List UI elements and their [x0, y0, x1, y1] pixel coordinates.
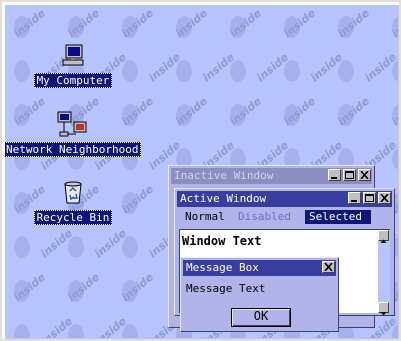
minimize-button[interactable] — [328, 169, 341, 181]
wallpaper-logo: inside — [389, 94, 399, 129]
menu-item-disabled: Disabled — [238, 210, 291, 223]
close-button[interactable] — [378, 192, 391, 204]
close-icon — [360, 171, 369, 179]
desktop-icon-network-neighborhood[interactable]: Network Neighborhood — [5, 110, 142, 157]
window-text: Window Text — [182, 234, 262, 248]
menu-item-selected[interactable]: Selected — [305, 210, 371, 224]
wallpaper-logo: inside — [335, 6, 373, 41]
wallpaper-logo: inside — [92, 226, 130, 261]
wallpaper-logo: inside — [362, 50, 399, 85]
wallpaper-logo: inside — [119, 6, 157, 41]
inactive-window-titlebar[interactable]: Inactive Window — [171, 168, 372, 184]
wallpaper-logo: inside — [173, 6, 211, 41]
desktop-icon-label: Network Neighborhood — [5, 142, 142, 157]
minimize-button[interactable] — [348, 192, 361, 204]
wallpaper-logo: inside — [281, 94, 319, 129]
wallpaper-logo: inside — [65, 270, 103, 305]
wallpaper-logo: inside — [200, 50, 238, 85]
scroll-up-button[interactable] — [378, 230, 389, 243]
close-button[interactable] — [358, 169, 371, 181]
close-icon — [380, 194, 389, 202]
wallpaper-logo: inside — [173, 94, 211, 129]
vertical-scrollbar[interactable] — [378, 230, 390, 316]
message-text: Message Text — [186, 282, 266, 295]
desktop-icon-label: My Computer — [33, 73, 113, 88]
maximize-icon — [345, 171, 354, 179]
menu-bar: Normal Disabled Selected — [177, 210, 392, 225]
ok-button[interactable]: OK — [231, 308, 291, 327]
wallpaper-logo: inside — [38, 226, 76, 261]
wallpaper-logo: inside — [227, 6, 265, 41]
message-box-titlebar[interactable]: Message Box — [183, 260, 336, 276]
scroll-down-button[interactable] — [378, 302, 389, 316]
wallpaper-logo: inside — [11, 6, 49, 41]
minimize-icon — [331, 177, 337, 179]
wallpaper-logo: inside — [308, 50, 346, 85]
computer-icon — [62, 44, 84, 66]
wallpaper-logo: inside — [119, 270, 157, 305]
wallpaper-logo: inside — [119, 182, 157, 217]
wallpaper-logo: inside — [146, 50, 184, 85]
desktop-icon-my-computer[interactable]: My Computer — [33, 43, 113, 88]
preview-frame: inside inside inside inside inside inside insi… — [0, 0, 401, 341]
close-icon — [324, 263, 333, 271]
desktop-icon-label: Recycle Bin — [33, 210, 113, 225]
arrow-up-icon — [380, 239, 387, 243]
close-button[interactable] — [322, 261, 335, 273]
recycle-bin-icon — [64, 181, 82, 204]
message-box-title: Message Box — [186, 261, 259, 274]
desktop-icon-recycle-bin[interactable]: Recycle Bin — [31, 178, 115, 225]
wallpaper-logo: inside — [11, 270, 49, 305]
maximize-button[interactable] — [343, 169, 356, 181]
wallpaper-logo: inside — [92, 314, 130, 339]
arrow-down-icon — [380, 312, 387, 316]
wallpaper-logo: inside — [65, 6, 103, 41]
wallpaper-logo: inside — [254, 50, 292, 85]
wallpaper-logo: inside — [281, 6, 319, 41]
maximize-button[interactable] — [363, 192, 376, 204]
minimize-icon — [351, 200, 357, 202]
wallpaper-logo: inside — [227, 94, 265, 129]
inactive-window-title: Inactive Window — [174, 169, 274, 182]
active-window-titlebar[interactable]: Active Window — [177, 191, 392, 207]
wallpaper-logo: inside — [389, 6, 399, 41]
wallpaper-logo: inside — [335, 94, 373, 129]
network-icon — [57, 111, 87, 137]
menu-item-normal[interactable]: Normal — [181, 210, 229, 224]
active-window-title: Active Window — [180, 192, 267, 205]
wallpaper-logo: inside — [38, 314, 76, 339]
maximize-icon — [365, 194, 374, 202]
message-box[interactable]: Message Box Message Text OK — [180, 257, 339, 332]
desktop: inside inside inside inside inside inside insi… — [5, 5, 399, 339]
